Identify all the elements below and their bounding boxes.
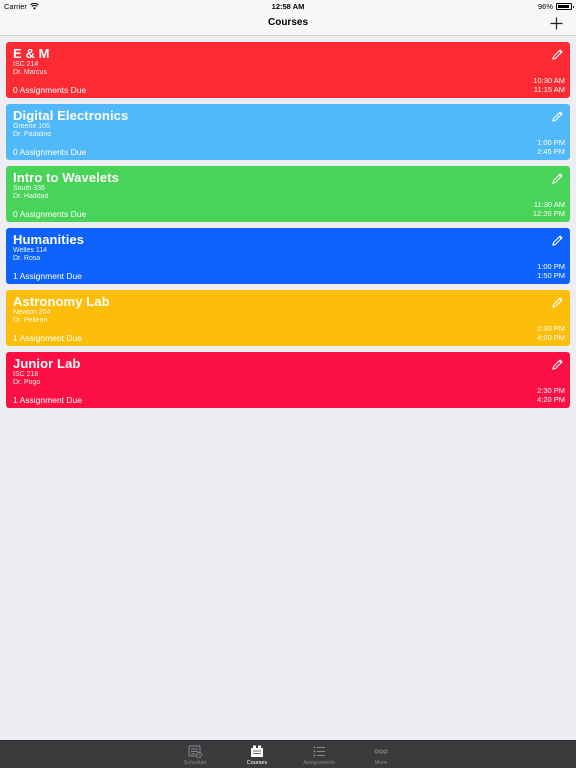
course-professor: Dr. Rosa (13, 254, 41, 262)
course-card[interactable]: E & M ISC 214 Dr. Marcus 0 Assignments Due 1… (6, 42, 570, 98)
tab-courses[interactable]: Courses (226, 741, 288, 768)
pencil-icon (551, 172, 564, 185)
clock: 12:58 AM (271, 2, 305, 11)
navigation-bar: Courses (0, 12, 576, 36)
assignments-due: 1 Assignment Due (13, 271, 82, 281)
tab-label: More (374, 760, 388, 766)
start-time: 2:30 PM (537, 324, 565, 333)
courses-icon (250, 744, 264, 758)
battery-percent: 96% (537, 2, 553, 11)
more-icon (374, 744, 388, 758)
end-time: 4:20 PM (537, 395, 565, 404)
tab-assignments[interactable]: Assignments (288, 741, 350, 768)
tab-label: Courses (246, 760, 268, 766)
course-times: 2:30 PM 4:20 PM (537, 386, 565, 404)
page-title: Courses (267, 17, 308, 28)
tab-bar: Schedule Courses Assignments More (0, 740, 576, 768)
course-room: Greene 105 (13, 122, 50, 130)
course-times: 2:30 PM 4:00 PM (537, 324, 565, 342)
course-card[interactable]: Humanities Welles 114 Dr. Rosa 1 Assignment… (6, 228, 570, 284)
course-room: Welles 114 (13, 246, 47, 254)
course-name: Humanities (13, 232, 85, 247)
course-professor: Dr. Padalino (13, 130, 52, 138)
start-time: 11:30 AM (533, 200, 565, 209)
tab-more[interactable]: More (350, 741, 412, 768)
tab-schedule[interactable]: Schedule (164, 741, 226, 768)
assignments-due: 1 Assignment Due (13, 395, 82, 405)
tab-label: Assignments (303, 760, 335, 766)
course-room: ISC 218 (13, 370, 39, 378)
edit-course-button[interactable] (549, 46, 565, 62)
course-times: 1:00 PM 1:50 PM (537, 262, 565, 280)
end-time: 2:45 PM (537, 147, 565, 156)
start-time: 10:30 AM (533, 76, 565, 85)
assignments-due: 0 Assignments Due (13, 85, 87, 95)
course-card[interactable]: Junior Lab ISC 218 Dr. Pogo 1 Assignment Du… (6, 352, 570, 408)
course-room: Newton 204 (13, 308, 51, 316)
course-card[interactable]: Intro to Wavelets South 336 Dr. Haddad 0 As… (6, 166, 570, 222)
course-professor: Dr. Pellerin (13, 316, 48, 324)
assignments-icon (312, 744, 326, 758)
pencil-icon (551, 358, 564, 371)
end-time: 4:00 PM (537, 333, 565, 342)
schedule-icon (188, 744, 202, 758)
course-times: 10:30 AM 11:15 AM (533, 76, 565, 94)
pencil-icon (551, 234, 564, 247)
start-time: 1:00 PM (537, 138, 565, 147)
pencil-icon (551, 110, 564, 123)
add-course-button[interactable] (546, 13, 566, 33)
pencil-icon (551, 296, 564, 309)
course-name: Intro to Wavelets (13, 170, 119, 185)
course-name: Digital Electronics (13, 108, 129, 123)
edit-course-button[interactable] (549, 232, 565, 248)
course-times: 11:30 AM 12:20 PM (533, 200, 565, 218)
course-times: 1:00 PM 2:45 PM (537, 138, 565, 156)
pencil-icon (551, 48, 564, 61)
end-time: 1:50 PM (537, 271, 565, 280)
course-room: ISC 214 (13, 60, 39, 68)
course-professor: Dr. Pogo (13, 378, 41, 386)
battery-indicator: 96% (537, 2, 574, 11)
edit-course-button[interactable] (549, 356, 565, 372)
edit-course-button[interactable] (549, 170, 565, 186)
course-name: E & M (13, 46, 50, 61)
start-time: 1:00 PM (537, 262, 565, 271)
battery-icon (556, 3, 574, 10)
plus-icon (550, 17, 562, 29)
edit-course-button[interactable] (549, 108, 565, 124)
end-time: 11:15 AM (533, 85, 565, 94)
tab-label: Schedule (183, 760, 207, 766)
assignments-due: 0 Assignments Due (13, 209, 87, 219)
status-bar: Carrier 12:58 AM 96% (0, 0, 576, 12)
course-professor: Dr. Marcus (13, 68, 47, 76)
edit-course-button[interactable] (549, 294, 565, 310)
course-card[interactable]: Astronomy Lab Newton 204 Dr. Pellerin 1 Ass… (6, 290, 570, 346)
course-professor: Dr. Haddad (13, 192, 49, 200)
course-name: Junior Lab (13, 356, 81, 371)
course-name: Astronomy Lab (13, 294, 110, 309)
course-room: South 336 (13, 184, 45, 192)
start-time: 2:30 PM (537, 386, 565, 395)
assignments-due: 1 Assignment Due (13, 333, 82, 343)
course-card[interactable]: Digital Electronics Greene 105 Dr. Padalin… (6, 104, 570, 160)
end-time: 12:20 PM (532, 209, 565, 218)
course-list: E & M ISC 214 Dr. Marcus 0 Assignments Due 1… (6, 42, 570, 414)
assignments-due: 0 Assignments Due (13, 147, 87, 157)
